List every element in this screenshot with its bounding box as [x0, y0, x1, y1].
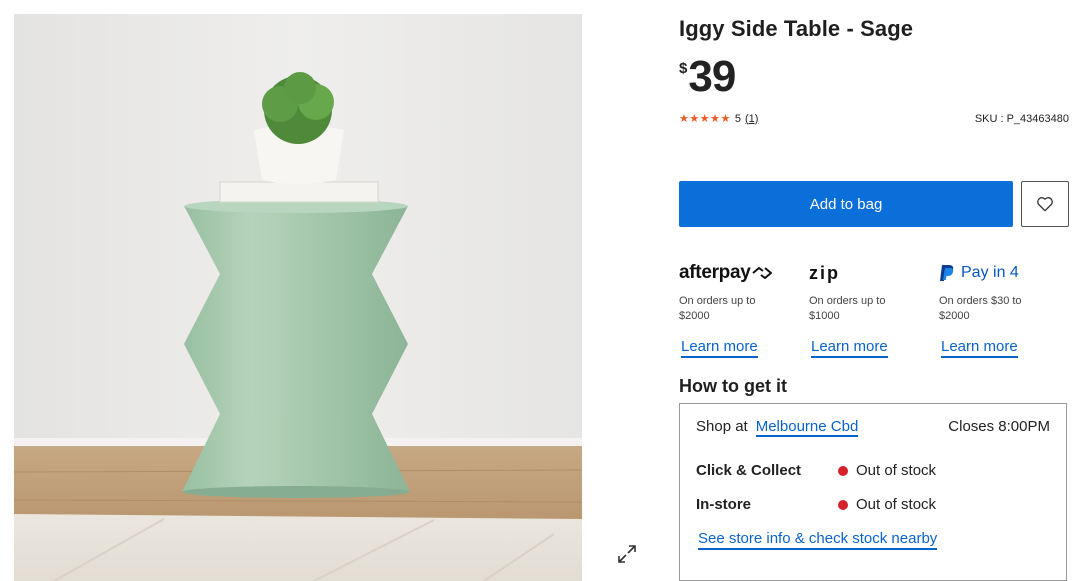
product-image[interactable] [14, 14, 582, 581]
shop-at-label: Shop at [696, 418, 748, 435]
shop-at-text: Shop at Melbourne Cbd [696, 418, 859, 437]
click-collect-row: Click & Collect Out of stock [696, 462, 936, 479]
star-rating-icon: ★★★★★ [679, 113, 731, 125]
zip-learn-more-link[interactable]: Learn more [811, 338, 888, 358]
payment-option-zip: zip On orders up to $1000 Learn more [809, 261, 939, 358]
in-store-status: Out of stock [856, 496, 937, 513]
paypal-label: Pay in 4 [961, 264, 1019, 281]
store-selector-link[interactable]: Melbourne Cbd [755, 418, 859, 437]
rating-value: 5 [734, 112, 741, 125]
store-hours: Closes 8:00PM [948, 418, 1050, 435]
store-row: Shop at Melbourne Cbd Closes 8:00PM [696, 418, 1050, 437]
how-to-get-it-heading: How to get it [679, 376, 787, 396]
afterpay-note: On orders up to $2000 [679, 295, 756, 322]
cart-row: Add to bag [679, 181, 1069, 227]
store-info-link[interactable]: See store info & check stock nearby [698, 530, 938, 550]
wishlist-button[interactable] [1021, 181, 1069, 227]
payment-option-paypal: Pay in 4 On orders $30 to $2000 Learn mo… [939, 261, 1069, 358]
payment-options: afterpay On orders up to $2000 Learn mor… [679, 261, 1069, 358]
click-collect-label: Click & Collect [696, 462, 802, 479]
sku-label: SKU : P_43463480 [974, 112, 1069, 125]
paypal-note: On orders $30 to $2000 [939, 295, 1022, 322]
afterpay-icon [751, 267, 772, 279]
zip-note: On orders up to $1000 [809, 295, 886, 322]
add-to-bag-button[interactable]: Add to bag [679, 181, 1013, 227]
expand-icon[interactable] [614, 541, 640, 567]
zip-logo: zip [809, 262, 840, 283]
in-store-label: In-store [696, 496, 752, 513]
heart-icon [1037, 197, 1053, 212]
click-collect-status: Out of stock [856, 462, 937, 479]
rating-sku-row: ★★★★★ 5 (1) SKU : P_43463480 [679, 112, 1069, 126]
afterpay-logo-text: afterpay [679, 262, 751, 283]
side-table-photo [14, 14, 582, 581]
afterpay-logo: afterpay [679, 261, 809, 285]
product-info-panel: Iggy Side Table - Sage $ 39 ★★★★★ 5 (1) … [679, 14, 1069, 125]
price-amount: 39 [688, 52, 736, 101]
paypal-icon [940, 265, 954, 281]
product-price: $ 39 [679, 52, 1069, 101]
afterpay-learn-more-link[interactable]: Learn more [681, 338, 758, 358]
in-store-row: In-store Out of stock [696, 496, 936, 513]
product-title: Iggy Side Table - Sage [679, 16, 914, 41]
review-count-link[interactable]: (1) [745, 113, 758, 125]
store-availability-box: Shop at Melbourne Cbd Closes 8:00PM Click… [679, 403, 1067, 581]
rating[interactable]: ★★★★★ 5 (1) [679, 112, 758, 126]
status-dot [838, 465, 848, 476]
status-dot [838, 499, 848, 510]
price-currency: $ [679, 60, 688, 77]
payment-option-afterpay: afterpay On orders up to $2000 Learn mor… [679, 261, 809, 358]
paypal-logo: Pay in 4 [939, 261, 1069, 285]
paypal-learn-more-link[interactable]: Learn more [941, 338, 1018, 358]
